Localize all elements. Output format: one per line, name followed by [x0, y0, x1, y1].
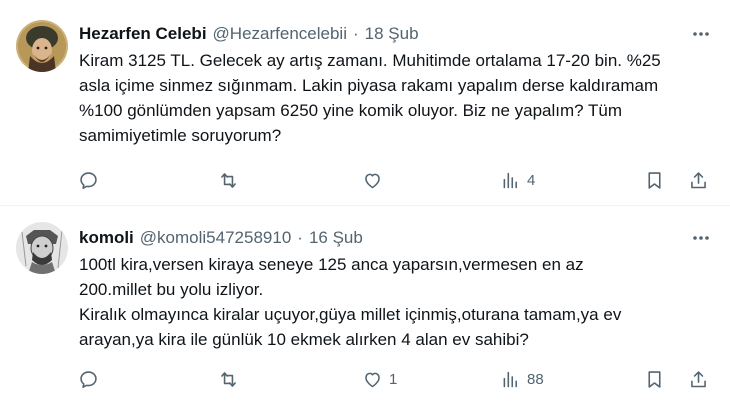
tweet[interactable]: komoli @komoli547258910 · 16 Şub 100tl k… [0, 206, 730, 420]
more-dots-icon [693, 236, 709, 240]
tweet-header: Hezarfen Celebi @Hezarfencelebii · 18 Şu… [79, 22, 419, 46]
tweet-header: komoli @komoli547258910 · 16 Şub [79, 226, 363, 250]
like-button[interactable] [362, 164, 389, 196]
bookmark-button[interactable] [644, 363, 665, 395]
tweet-text-line: samimiyetimle soruyorum? [79, 126, 282, 145]
author-name[interactable]: komoli [79, 228, 134, 248]
views-button[interactable]: 4 [500, 164, 535, 196]
tweet-text: Kiram 3125 TL. Gelecek ay artış zamanı. … [79, 48, 719, 148]
more-dots-icon [693, 32, 709, 36]
separator: · [352, 24, 359, 43]
tweet-actions: 1 88 [72, 363, 722, 395]
tweet-text-line: 200.millet bu yolu izliyor. [79, 280, 264, 299]
analytics-icon [503, 172, 517, 188]
reply-button[interactable] [78, 164, 105, 196]
more-button[interactable] [686, 22, 716, 46]
separator: · [297, 228, 303, 247]
tweet-text-line: Kiram 3125 TL. Gelecek ay artış zamanı. … [79, 51, 661, 70]
avatar-sketch-icon [16, 222, 68, 274]
tweet-actions: 4 [72, 164, 722, 196]
like-button[interactable]: 1 [362, 363, 397, 395]
tweet-text-line: Kiralık olmayınca kiralar uçuyor,güya mi… [79, 305, 622, 324]
retweet-button[interactable] [218, 164, 245, 196]
tweet-text-line: 100tl kira,versen kiraya seneye 125 anca… [79, 255, 584, 274]
views-count: 88 [527, 370, 544, 388]
author-handle[interactable]: @komoli547258910 [140, 228, 291, 248]
tweet-date[interactable]: 18 Şub [365, 24, 419, 44]
bookmark-button[interactable] [644, 164, 665, 196]
share-icon [691, 171, 706, 188]
reply-icon [80, 370, 97, 388]
tweet-text-line: %100 gönlümden yapsam 6250 yine komik ol… [79, 101, 623, 120]
tweet-text: 100tl kira,versen kiraya seneye 125 anca… [79, 252, 719, 352]
avatar[interactable] [16, 20, 68, 72]
heart-icon [365, 173, 380, 188]
tweet[interactable]: Hezarfen Celebi @Hezarfencelebii · 18 Şu… [0, 0, 730, 206]
bookmark-icon [648, 370, 661, 388]
share-icon [691, 370, 706, 387]
share-button[interactable] [688, 363, 709, 395]
retweet-icon [221, 172, 236, 188]
heart-icon [365, 372, 380, 387]
more-button[interactable] [686, 226, 716, 250]
avatar-portrait-icon [16, 20, 68, 72]
reply-icon [80, 171, 97, 189]
author-handle[interactable]: @Hezarfencelebii [213, 24, 347, 44]
avatar[interactable] [16, 222, 68, 274]
views-count: 4 [527, 171, 536, 189]
retweet-icon [221, 371, 236, 387]
tweet-text-line: asla içime sinmez sığınmam. Lakin piyasa… [79, 76, 659, 95]
reply-button[interactable] [78, 363, 105, 395]
retweet-button[interactable] [218, 363, 245, 395]
analytics-icon [503, 371, 517, 387]
author-name[interactable]: Hezarfen Celebi [79, 24, 207, 44]
tweet-text-line: arayan,ya kira ile günlük 10 ekmek alırk… [79, 330, 529, 349]
share-button[interactable] [688, 164, 709, 196]
like-count: 1 [389, 370, 398, 388]
tweet-date[interactable]: 16 Şub [309, 228, 363, 248]
bookmark-icon [648, 171, 661, 189]
views-button[interactable]: 88 [500, 363, 544, 395]
